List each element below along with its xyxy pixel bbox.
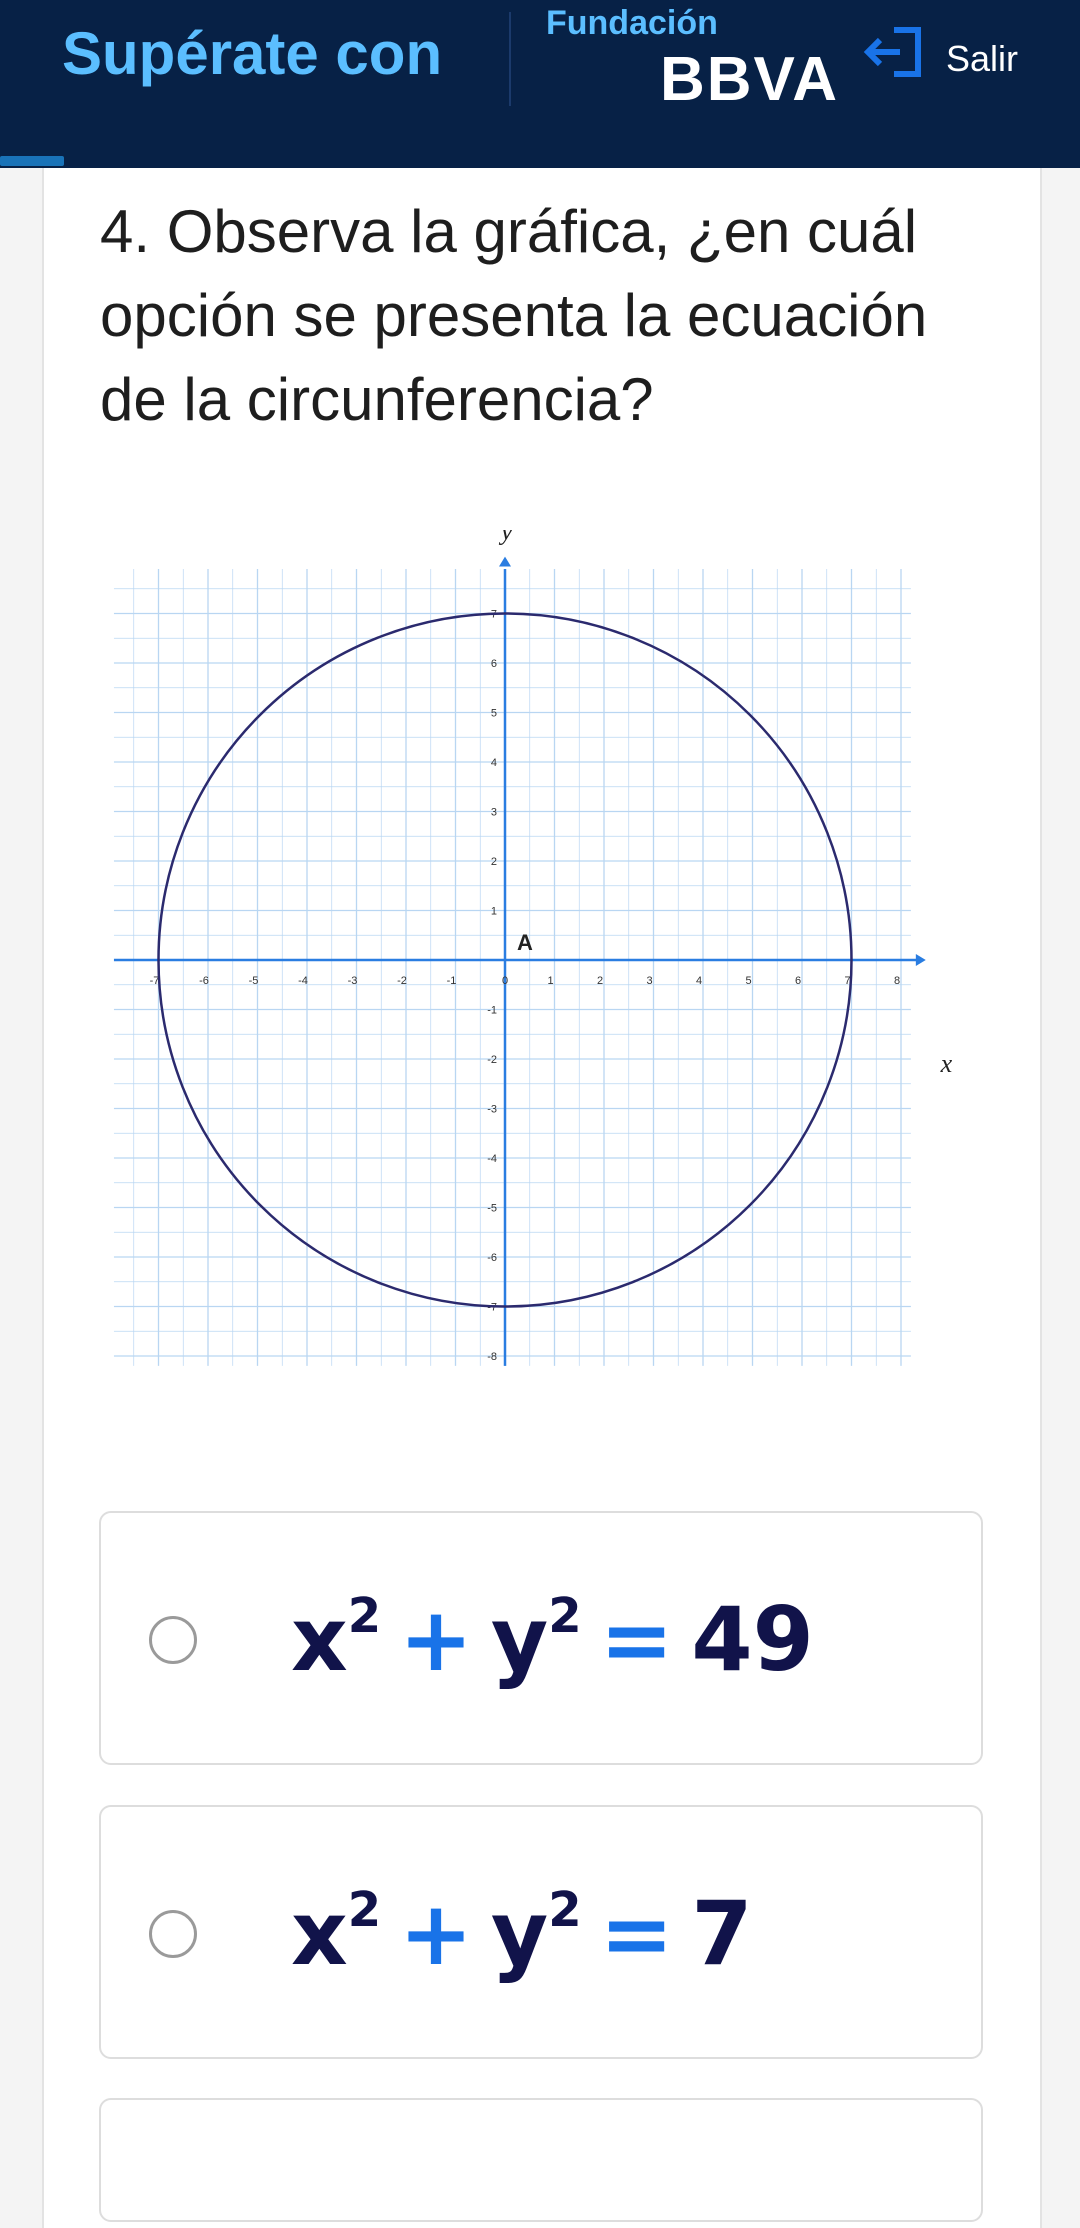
exit-button[interactable]: Salir bbox=[946, 38, 1018, 80]
y-tick-label: -8 bbox=[487, 1351, 497, 1363]
y-tick-label: -6 bbox=[487, 1252, 497, 1264]
x-axis-label: x bbox=[940, 1049, 953, 1078]
equation-exponent: 2 bbox=[347, 1588, 382, 1644]
y-tick-label: 2 bbox=[491, 856, 497, 868]
x-tick-label: 6 bbox=[795, 975, 801, 987]
radio-button[interactable] bbox=[149, 1616, 197, 1664]
y-axis-arrow bbox=[499, 556, 511, 567]
answer-option-1[interactable]: x2 + y2 = 49 bbox=[99, 1511, 983, 1765]
y-tick-label: 5 bbox=[491, 708, 497, 720]
x-tick-label: -5 bbox=[249, 975, 259, 987]
x-tick-label: 2 bbox=[597, 975, 603, 987]
answer-option-3[interactable] bbox=[99, 2098, 983, 2222]
x-tick-label: 1 bbox=[547, 975, 553, 987]
plus-sign: + bbox=[399, 1588, 473, 1691]
y-tick-label: -1 bbox=[487, 1005, 497, 1017]
x-tick-label: -3 bbox=[348, 975, 358, 987]
y-tick-label: 4 bbox=[491, 757, 497, 769]
equals-sign: = bbox=[599, 1882, 674, 1985]
equation-exponent: 2 bbox=[548, 1882, 582, 1938]
equation: x2 + y2 = 7 bbox=[291, 1879, 753, 1989]
radio-button[interactable] bbox=[149, 1910, 197, 1958]
y-tick-label: -2 bbox=[487, 1054, 497, 1066]
progress-indicator bbox=[0, 156, 64, 166]
equation-base-y: y bbox=[490, 1588, 549, 1691]
equation-exponent: 2 bbox=[548, 1588, 582, 1644]
brand-title: Supérate con bbox=[62, 20, 443, 87]
circle-graph: -8-7-6-5-4-3-2-10123456787654321-1-2-3-4… bbox=[113, 530, 953, 1366]
y-tick-label: -5 bbox=[487, 1203, 497, 1215]
x-tick-label: 3 bbox=[646, 975, 652, 987]
bbva-logo: BBVA bbox=[660, 45, 840, 114]
equation-base-x: x bbox=[291, 1882, 348, 1985]
x-tick-label: 0 bbox=[502, 975, 508, 987]
grid-lines bbox=[113, 568, 911, 1366]
equation-exponent: 2 bbox=[347, 1882, 382, 1938]
app-header: Supérate con Fundación BBVA Salir bbox=[0, 0, 1080, 168]
logout-icon[interactable] bbox=[860, 20, 924, 84]
fundacion-label: Fundación bbox=[546, 4, 718, 42]
equation-base-x: x bbox=[291, 1588, 348, 1691]
x-tick-label: 5 bbox=[745, 975, 751, 987]
x-axis-arrow bbox=[915, 954, 926, 966]
x-tick-label: -1 bbox=[447, 975, 457, 987]
x-tick-label: 8 bbox=[894, 975, 900, 987]
point-label-a: A bbox=[517, 930, 533, 955]
y-tick-label: 3 bbox=[491, 807, 497, 819]
equation-base-y: y bbox=[490, 1882, 549, 1985]
y-tick-label: 6 bbox=[491, 658, 497, 670]
y-axis-label: y bbox=[498, 530, 513, 545]
question-text: 4. Observa la gráfica, ¿en cuál opción s… bbox=[100, 198, 928, 433]
equation-rhs: 49 bbox=[691, 1588, 814, 1691]
x-tick-label: -2 bbox=[397, 975, 407, 987]
x-tick-label: -6 bbox=[199, 975, 209, 987]
equals-sign: = bbox=[599, 1588, 674, 1691]
x-tick-label: 4 bbox=[696, 975, 702, 987]
answer-option-2[interactable]: x2 + y2 = 7 bbox=[99, 1805, 983, 2059]
x-tick-label: -4 bbox=[298, 975, 308, 987]
axes bbox=[113, 556, 926, 1366]
y-tick-label: -4 bbox=[487, 1153, 497, 1165]
equation: x2 + y2 = 49 bbox=[291, 1585, 814, 1695]
equation-rhs: 7 bbox=[691, 1882, 753, 1985]
header-divider bbox=[509, 12, 511, 106]
plus-sign: + bbox=[399, 1882, 473, 1985]
y-tick-label: 1 bbox=[491, 906, 497, 918]
y-tick-label: -3 bbox=[487, 1104, 497, 1116]
